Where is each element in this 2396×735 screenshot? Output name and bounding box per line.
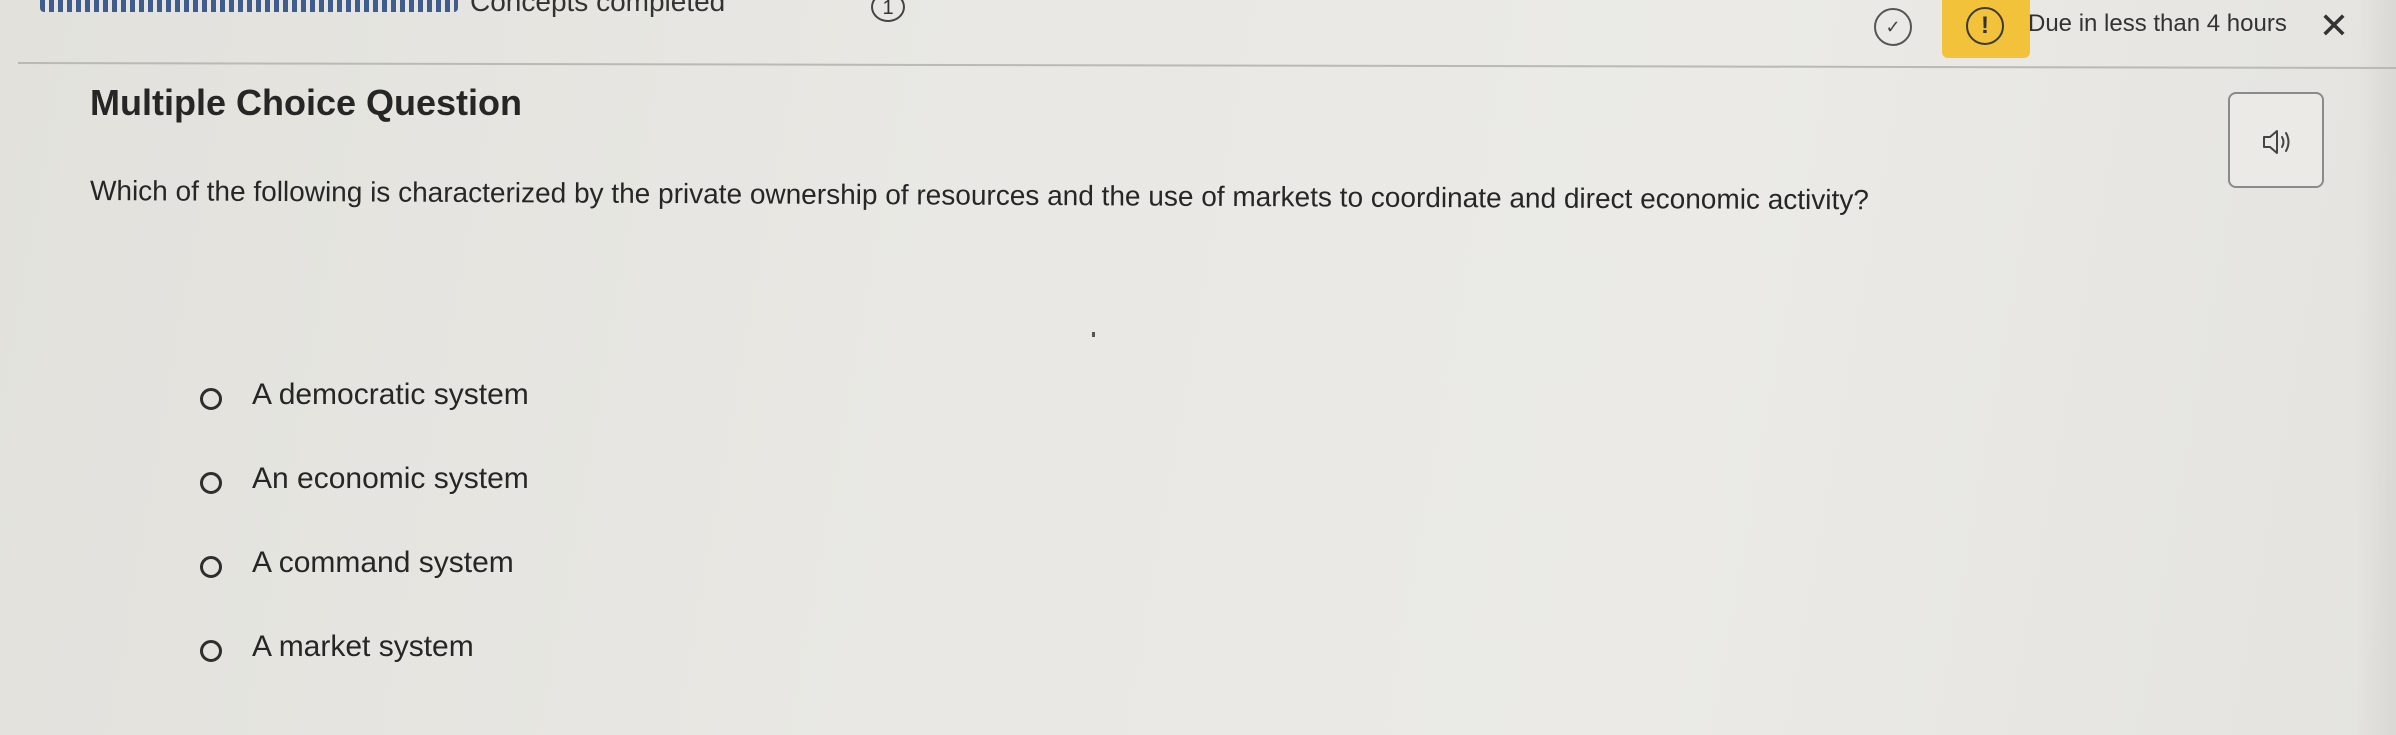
question-type-title: Multiple Choice Question [90,82,523,123]
progress-bar [40,0,458,12]
due-text: Due in less than 4 hours [2028,10,2287,37]
radio-button-icon[interactable] [200,388,222,410]
option-label[interactable]: A democratic system [252,378,529,412]
option-label[interactable]: A market system [252,630,474,664]
audio-button[interactable] [2228,92,2324,188]
concepts-completed-label: Concepts completed [470,0,726,17]
radio-button-icon[interactable] [200,472,222,494]
alert-icon: ! [1966,7,2004,45]
stray-mark [1092,332,1095,337]
concepts-count-badge[interactable]: 1 [871,0,905,22]
speaker-icon [2263,130,2290,154]
radio-button-icon[interactable] [200,556,222,578]
close-icon[interactable]: ✕ [2316,8,2352,44]
option-label[interactable]: An economic system [252,462,529,496]
edge-shadow [2356,0,2396,735]
due-badge[interactable]: ! [1942,0,2030,58]
radio-button-icon[interactable] [200,640,222,662]
top-bar: Concepts completed 1 ✓ ! Due in less tha… [0,0,2396,64]
option-label[interactable]: A command system [252,546,514,580]
check-circle-icon[interactable]: ✓ [1874,8,1912,46]
